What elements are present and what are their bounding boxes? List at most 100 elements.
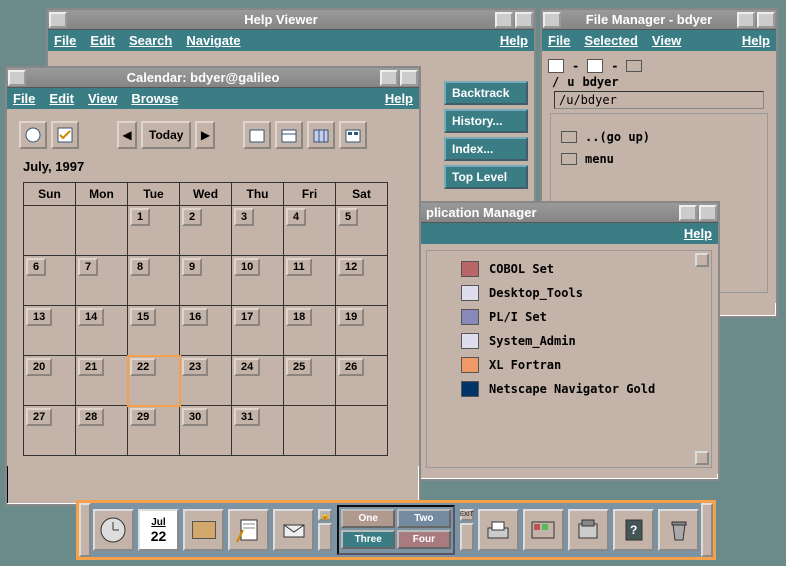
menu-edit[interactable]: Edit — [49, 91, 74, 106]
day-number[interactable]: 2 — [182, 208, 202, 226]
day-number[interactable]: 21 — [78, 358, 104, 376]
folder-open-icon[interactable] — [626, 60, 642, 72]
app-manager-button[interactable] — [568, 509, 609, 551]
file-item[interactable]: menu — [585, 152, 614, 166]
workspace-one[interactable]: One — [341, 509, 395, 528]
app-label[interactable]: XL Fortran — [489, 358, 561, 372]
breadcrumb-part[interactable]: / — [552, 75, 559, 89]
app-label[interactable]: PL/I Set — [489, 310, 547, 324]
minimize-icon[interactable] — [380, 70, 398, 86]
calendar-cell[interactable]: 24 — [232, 356, 284, 406]
index-button[interactable]: Index... — [444, 137, 528, 161]
file-manager-titlebar[interactable]: File Manager - bdyer — [542, 10, 776, 30]
calendar-cell[interactable] — [76, 206, 128, 256]
menu-navigate[interactable]: Navigate — [186, 33, 240, 48]
menu-edit[interactable]: Edit — [90, 33, 115, 48]
day-number[interactable]: 26 — [338, 358, 364, 376]
mail-button[interactable] — [273, 509, 314, 551]
calendar-cell[interactable]: 12 — [336, 256, 388, 306]
calendar-cell[interactable] — [24, 206, 76, 256]
today-button[interactable]: Today — [141, 121, 191, 149]
day-number[interactable]: 30 — [182, 408, 208, 426]
workspace-four[interactable]: Four — [397, 530, 451, 549]
menu-view[interactable]: View — [88, 91, 117, 106]
calendar-cell[interactable]: 21 — [76, 356, 128, 406]
app-label[interactable]: System_Admin — [489, 334, 576, 348]
calendar-cell[interactable]: 13 — [24, 306, 76, 356]
day-number[interactable]: 24 — [234, 358, 260, 376]
text-editor-button[interactable] — [228, 509, 269, 551]
day-number[interactable]: 7 — [78, 258, 98, 276]
calendar-cell[interactable]: 4 — [284, 206, 336, 256]
calendar-cell[interactable] — [284, 406, 336, 456]
day-number[interactable]: 23 — [182, 358, 208, 376]
app-icon[interactable] — [461, 285, 479, 301]
calendar-cell[interactable]: 25 — [284, 356, 336, 406]
calendar-cell[interactable]: 22 — [128, 356, 180, 406]
calendar-cell[interactable]: 28 — [76, 406, 128, 456]
minimize-icon[interactable] — [679, 205, 697, 221]
calendar-cell[interactable]: 1 — [128, 206, 180, 256]
breadcrumb-part[interactable]: u — [567, 75, 574, 89]
app-icon[interactable] — [461, 333, 479, 349]
day-number[interactable]: 6 — [26, 258, 46, 276]
app-label[interactable]: Desktop_Tools — [489, 286, 583, 300]
calendar-cell[interactable]: 26 — [336, 356, 388, 406]
help-viewer-titlebar[interactable]: Help Viewer — [48, 10, 534, 30]
calendar-cell[interactable]: 30 — [180, 406, 232, 456]
day-number[interactable]: 4 — [286, 208, 306, 226]
day-number[interactable]: 11 — [286, 258, 312, 276]
day-number[interactable]: 22 — [130, 358, 156, 376]
day-number[interactable]: 20 — [26, 358, 52, 376]
calendar-cell[interactable] — [336, 406, 388, 456]
workspace-three[interactable]: Three — [341, 530, 395, 549]
calendar-cell[interactable]: 18 — [284, 306, 336, 356]
minimize-icon[interactable] — [495, 12, 513, 28]
scroll-down-icon[interactable] — [695, 451, 709, 465]
calendar-cell[interactable]: 9 — [180, 256, 232, 306]
todo-editor-button[interactable] — [51, 121, 79, 149]
app-manager-titlebar[interactable]: plication Manager — [420, 203, 718, 223]
menu-file[interactable]: File — [548, 33, 570, 48]
workspace-two[interactable]: Two — [397, 509, 451, 528]
clock-button[interactable] — [93, 509, 134, 551]
calendar-cell[interactable]: 6 — [24, 256, 76, 306]
app-label[interactable]: COBOL Set — [489, 262, 554, 276]
menu-help[interactable]: Help — [742, 33, 770, 48]
day-number[interactable]: 12 — [338, 258, 364, 276]
day-number[interactable]: 5 — [338, 208, 358, 226]
year-view-button[interactable] — [339, 121, 367, 149]
day-number[interactable]: 3 — [234, 208, 254, 226]
top-level-button[interactable]: Top Level — [444, 165, 528, 189]
window-menu-icon[interactable] — [8, 70, 26, 86]
day-number[interactable]: 8 — [130, 258, 150, 276]
menu-help[interactable]: Help — [500, 33, 528, 48]
panel-handle-left[interactable] — [79, 503, 91, 557]
calendar-cell[interactable]: 19 — [336, 306, 388, 356]
day-number[interactable]: 31 — [234, 408, 260, 426]
app-icon[interactable] — [461, 381, 479, 397]
day-number[interactable]: 18 — [286, 308, 312, 326]
printer-button[interactable] — [478, 509, 519, 551]
day-number[interactable]: 25 — [286, 358, 312, 376]
day-number[interactable]: 9 — [182, 258, 202, 276]
day-number[interactable]: 28 — [78, 408, 104, 426]
day-number[interactable]: 16 — [182, 308, 208, 326]
month-view-button[interactable] — [307, 121, 335, 149]
appointment-editor-button[interactable] — [19, 121, 47, 149]
folder-icon[interactable] — [561, 153, 577, 165]
prev-button[interactable]: ◀ — [117, 121, 137, 149]
folder-closed-icon[interactable] — [548, 59, 564, 73]
go-up-label[interactable]: ..(go up) — [585, 130, 650, 144]
minimize-icon[interactable] — [737, 12, 755, 28]
menu-file[interactable]: File — [54, 33, 76, 48]
maximize-icon[interactable] — [699, 205, 717, 221]
help-button[interactable]: ? — [613, 509, 654, 551]
backtrack-button[interactable]: Backtrack — [444, 81, 528, 105]
file-manager-button[interactable] — [183, 509, 224, 551]
calendar-cell[interactable]: 3 — [232, 206, 284, 256]
trash-button[interactable] — [658, 509, 699, 551]
calendar-cell[interactable]: 29 — [128, 406, 180, 456]
calendar-cell[interactable]: 2 — [180, 206, 232, 256]
calendar-button[interactable]: Jul 22 — [138, 509, 179, 551]
